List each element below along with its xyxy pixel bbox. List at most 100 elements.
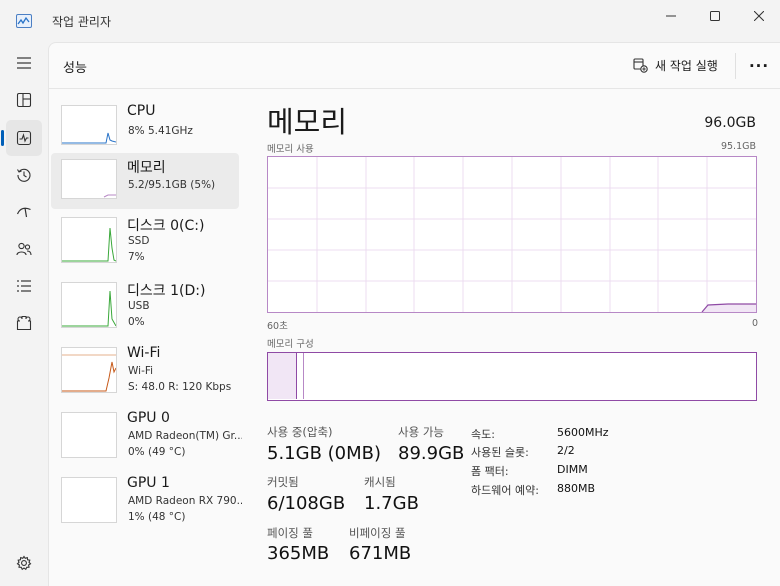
startup-icon [16,207,31,218]
disk1-sparkline [62,290,117,327]
time-axis-start: 60초 [267,321,288,332]
memory-usage-label: 메모리 사용 [267,144,314,155]
resource-name: GPU 1 [127,475,170,491]
form-factor-value: DIMM [557,463,588,476]
resource-item-disk1[interactable]: 디스크 1(D:) USB 0% [51,276,239,332]
cpu-sparkline [62,132,117,144]
committed-label: 커밋됨 [267,475,299,489]
resource-usage: 0% (49 °C) [128,446,186,458]
maximize-icon [710,11,720,21]
resource-detail: AMD Radeon(TM) Gr... [128,430,242,442]
wifi-sparkline [62,354,117,392]
resource-detail: USB [128,300,150,312]
in-use-label: 사용 중(압축) [267,425,333,439]
nonpaged-pool-label: 비페이징 풀 [349,526,406,540]
disk1-mini-graph [61,282,117,328]
available-value: 89.9GB [398,443,465,464]
in-use-segment [268,353,297,399]
committed-value: 6/108GB [267,493,346,514]
resource-usage: 1% (48 °C) [128,511,186,523]
resource-item-gpu0[interactable]: GPU 0 AMD Radeon(TM) Gr... 0% (49 °C) [51,406,242,462]
slots-value: 2/2 [557,444,575,457]
resource-name: 디스크 1(D:) [127,283,206,299]
resource-name: GPU 0 [127,410,170,426]
run-task-icon [633,58,648,73]
gpu0-mini-graph [61,412,117,458]
disk0-mini-graph [61,217,117,263]
memory-total: 96.0GB [704,115,756,131]
available-label: 사용 가능 [398,425,444,439]
nav-settings[interactable] [6,545,42,581]
cached-value: 1.7GB [364,493,419,514]
nav-details[interactable] [6,268,42,304]
resource-name: 메모리 [127,160,166,176]
wifi-mini-graph [61,347,117,393]
memory-max-label: 95.1GB [720,141,756,152]
page-title: 성능 [63,61,87,76]
modified-segment [298,353,304,399]
memory-usage-chart [268,157,756,313]
resource-name: 디스크 0(C:) [127,218,205,234]
time-axis-end: 0 [751,318,758,329]
nav-active-indicator [1,130,4,146]
memory-usage-graph [267,156,757,313]
run-new-task-button[interactable]: 새 작업 실행 [633,57,718,74]
resource-detail: 5.2/95.1GB (5%) [128,179,216,191]
memory-composition-label: 메모리 구성 [267,339,314,350]
nav-menu-button[interactable] [6,45,42,81]
content-header: 성능 새 작업 실행 ··· [49,43,780,89]
header-divider [735,53,736,79]
run-task-label: 새 작업 실행 [655,59,718,73]
more-icon: ··· [748,57,770,75]
minimize-button[interactable] [648,2,694,30]
resource-item-gpu1[interactable]: GPU 1 AMD Radeon RX 790... 1% (48 °C) [51,471,242,527]
hardware-reserved-value: 880MB [557,482,596,495]
resource-item-wifi[interactable]: Wi-Fi Wi-Fi S: 48.0 R: 120 Kbps [51,341,239,397]
paged-pool-label: 페이징 풀 [267,526,313,540]
gpu1-mini-graph [61,477,117,523]
resource-item-disk0[interactable]: 디스크 0(C:) SSD 7% [51,211,239,267]
close-icon [754,11,764,21]
cached-label: 캐시됨 [364,475,396,489]
window-title: 작업 관리자 [52,15,112,29]
maximize-button[interactable] [692,2,738,30]
memory-mini-graph [61,159,117,199]
slots-key: 사용된 슬롯: [471,446,529,459]
resource-name: CPU [127,103,156,119]
resource-item-cpu[interactable]: CPU 8% 5.41GHz [51,99,239,155]
resource-detail: 8% 5.41GHz [128,125,193,137]
services-icon [16,315,32,331]
memory-sparkline [103,194,116,198]
resource-detail: SSD [128,235,150,247]
more-options-button[interactable]: ··· [745,53,773,79]
nav-users[interactable] [6,231,42,267]
resource-item-memory[interactable]: 메모리 5.2/95.1GB (5%) [51,153,239,209]
settings-icon [16,555,32,571]
resource-usage: 0% [128,316,145,328]
nav-startup[interactable] [6,194,42,230]
nav-services[interactable] [6,305,42,341]
nav-processes[interactable] [6,82,42,118]
resource-usage: 7% [128,251,145,263]
speed-value: 5600MHz [557,426,609,439]
speed-key: 속도: [471,428,495,441]
nav-performance[interactable] [6,120,42,156]
processes-icon [16,92,32,108]
form-factor-key: 폼 팩터: [471,465,509,478]
paged-pool-value: 365MB [267,543,330,564]
memory-composition-bar [267,352,757,401]
close-button[interactable] [736,2,780,30]
disk0-sparkline [62,227,117,262]
minimize-icon [666,15,676,17]
performance-icon [16,130,32,146]
detail-title: 메모리 [267,105,348,139]
resource-detail: Wi-Fi [128,365,154,377]
in-use-value: 5.1GB (0MB) [267,443,382,464]
task-manager-icon [16,14,32,28]
title-bar: 작업 관리자 [0,0,780,42]
resource-name: Wi-Fi [127,345,161,361]
hardware-reserved-key: 하드웨어 예약: [471,484,539,497]
hamburger-icon [17,57,31,69]
users-icon [16,242,32,256]
nav-app-history[interactable] [6,157,42,193]
